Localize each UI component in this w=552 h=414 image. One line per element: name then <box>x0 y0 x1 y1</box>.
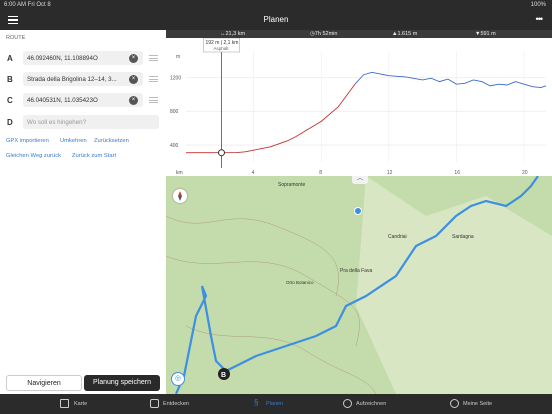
elevation-series-line <box>186 83 356 154</box>
tab-plan[interactable]: § Planen <box>254 394 304 414</box>
navigate-button[interactable]: Navigieren <box>6 375 82 391</box>
map-place-label: Sopramonte <box>278 182 305 188</box>
locate-icon[interactable]: ◎ <box>171 372 185 386</box>
waypoint-row-d: D Wo soll es hingehen? <box>0 115 166 131</box>
waypoint-letter: B <box>7 75 13 84</box>
drag-handle-icon[interactable] <box>149 55 158 63</box>
tab-profile[interactable]: Meine Seite <box>450 394 520 414</box>
route-actions: Navigieren Planung speichern <box>0 371 166 394</box>
gpx-import-link[interactable]: GPX importieren <box>6 138 49 144</box>
back-to-start-link[interactable]: Zurück zum Start <box>72 153 116 159</box>
status-bar: 6:00 AM Fri Oct 8 100% <box>0 0 552 10</box>
waypoint-row-b: B Strada della Brigolina 12–14, 3... × <box>0 72 166 88</box>
elevation-series-line <box>354 71 547 88</box>
record-icon <box>343 399 352 408</box>
stat-descent: ▼591 m <box>475 31 496 37</box>
reverse-link[interactable]: Umkehren <box>60 138 87 144</box>
map-view[interactable]: B Sopramonte Candriai Sardagna Pra della… <box>166 176 552 394</box>
drag-handle-icon[interactable] <box>149 76 158 84</box>
tab-map[interactable]: Karte <box>60 394 120 414</box>
stat-ascent: ▲1.615 m <box>392 31 418 37</box>
route-stats: ↔21,3 km ◷7h 52min ▲1.615 m ▼591 m <box>166 30 552 38</box>
tab-label: Entdecken <box>163 401 189 407</box>
tab-label: Meine Seite <box>463 401 493 407</box>
bottom-tab-bar: Karte Entdecken § Planen Aufzeichnen Mei… <box>0 394 552 414</box>
stat-distance: ↔21,3 km <box>220 31 246 37</box>
reset-link[interactable]: Zurücksetzen <box>94 138 129 144</box>
route-sidebar: ROUTE A 46.092460N, 11.108894O × B Strad… <box>0 30 166 394</box>
discover-icon <box>150 399 159 408</box>
waypoint-letter: A <box>7 54 13 63</box>
clear-icon[interactable]: × <box>129 96 138 105</box>
waypoint-letter: C <box>7 96 13 105</box>
y-tick-label: 1200 <box>170 75 181 81</box>
route-section-label: ROUTE <box>6 35 26 41</box>
collapse-chart-icon[interactable]: ︿ <box>352 176 368 184</box>
map-icon <box>60 399 69 408</box>
map-place-label: Pra della Fava <box>340 268 372 274</box>
battery-level: 100% <box>530 2 546 8</box>
map-place-label: Candriai <box>388 234 407 240</box>
more-icon[interactable]: ••• <box>536 14 544 24</box>
waypoint-marker-label: B <box>221 372 226 379</box>
waypoint-letter: D <box>7 118 13 127</box>
drag-handle-icon[interactable] <box>149 97 158 105</box>
elevation-profile: ↔21,3 km ◷7h 52min ▲1.615 m ▼591 m 400 80… <box>166 30 552 176</box>
cursor-sublabel: Asphalt <box>213 46 229 51</box>
y-axis-unit: m <box>176 54 180 60</box>
top-bar: Planen ••• <box>0 10 552 30</box>
tab-label: Karte <box>74 401 88 407</box>
y-tick-label: 400 <box>170 143 179 149</box>
elevation-chart[interactable]: 40080012004 8 12 16 20 192 m | 2,1 km Asphal… <box>166 38 552 176</box>
waypoint-field-b[interactable]: Strada della Brigolina 12–14, 3... <box>23 72 143 86</box>
waypoint-row-a: A 46.092460N, 11.108894O × <box>0 51 166 67</box>
cursor-marker[interactable] <box>217 149 225 157</box>
profile-icon <box>450 399 459 408</box>
plan-icon: § <box>254 398 259 407</box>
status-time: 6:00 AM Fri Oct 8 <box>4 2 51 8</box>
waypoint-field-c[interactable]: 46.040531N, 11.035423O <box>23 93 143 107</box>
stat-duration: ◷7h 52min <box>310 31 338 37</box>
waypoint-row-c: C 46.040531N, 11.035423O × <box>0 93 166 109</box>
y-tick-label: 800 <box>170 109 179 115</box>
compass-icon[interactable] <box>173 189 187 203</box>
map-place-label: Sardagna <box>452 234 474 240</box>
tab-label: Planen <box>266 401 284 407</box>
page-title: Planen <box>263 15 289 24</box>
tab-label: Aufzeichnen <box>356 401 387 407</box>
same-way-back-link[interactable]: Gleichen Weg zurück <box>6 153 61 159</box>
waypoint-field-d[interactable]: Wo soll es hingehen? <box>23 115 159 129</box>
current-location-icon <box>354 207 362 215</box>
map-place-label: Orto Botanico <box>286 280 314 285</box>
clear-icon[interactable]: × <box>129 54 138 63</box>
save-plan-button[interactable]: Planung speichern <box>84 375 160 391</box>
tab-record[interactable]: Aufzeichnen <box>343 394 413 414</box>
tab-discover[interactable]: Entdecken <box>150 394 210 414</box>
clear-icon[interactable]: × <box>129 75 138 84</box>
waypoint-field-a[interactable]: 46.092460N, 11.108894O <box>23 51 143 65</box>
